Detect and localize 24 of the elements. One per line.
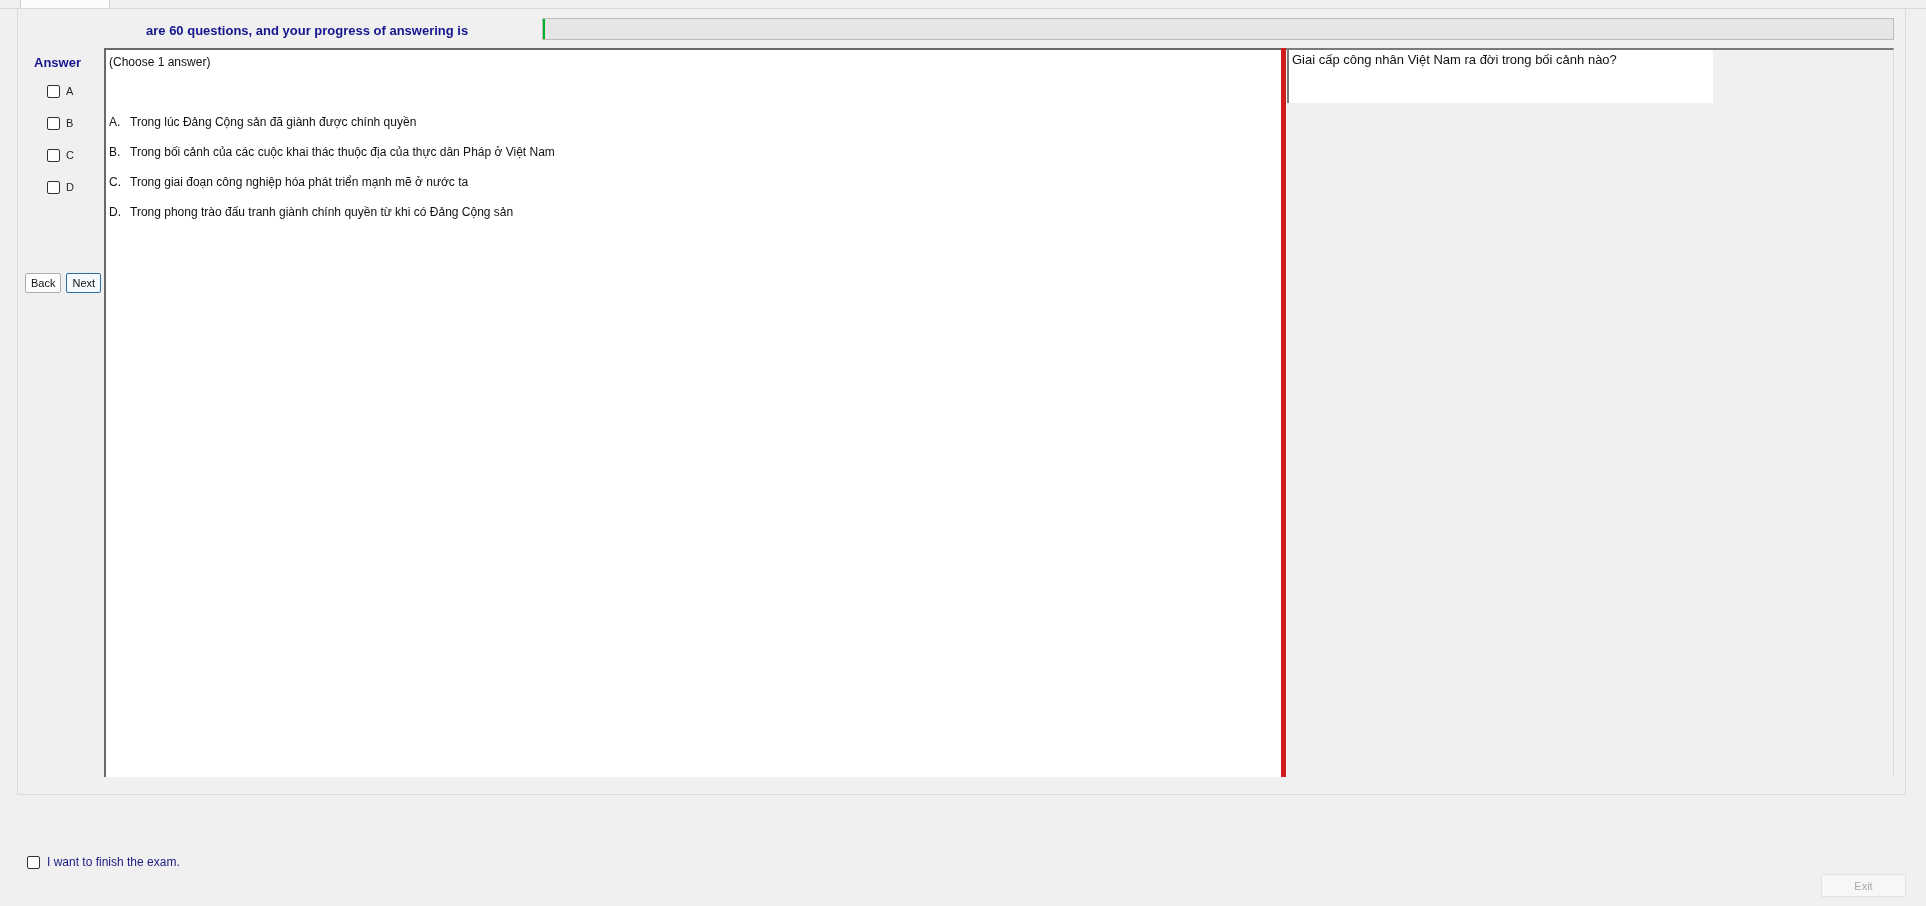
checkbox[interactable] bbox=[47, 116, 60, 130]
choice-text: Trong bối cảnh của các cuộc khai thác thuộc địa của thực dân Pháp ở Việt Nam bbox=[130, 145, 555, 159]
option-label: A bbox=[66, 85, 74, 97]
choice-letter: A. bbox=[109, 115, 122, 129]
finish-exam-label: I want to finish the exam. bbox=[47, 855, 180, 869]
choice-text: Trong lúc Đảng Cộng sản đã giành được chính quyền bbox=[130, 115, 417, 129]
question-text: Giai cấp công nhân Việt Nam ra đời trong bối cảnh nào? bbox=[1287, 50, 1713, 103]
option-label: D bbox=[66, 181, 74, 193]
option-label: C bbox=[66, 149, 74, 161]
progress-text: are 60 questions, and your progress of answering is bbox=[146, 23, 469, 38]
option-label: B bbox=[66, 117, 74, 129]
choice-text: Trong giai đoạn công nghiệp hóa phát triển mạnh mẽ ở nước ta bbox=[130, 175, 469, 189]
checkbox[interactable] bbox=[47, 180, 60, 194]
next-button[interactable]: Next bbox=[66, 273, 102, 293]
checkbox[interactable] bbox=[27, 855, 40, 869]
back-button[interactable]: Back bbox=[25, 273, 62, 293]
choice-text: Trong phong trào đấu tranh giành chính quyền từ khi có Đảng Cộng sản bbox=[130, 205, 514, 219]
choice-letter: D. bbox=[109, 205, 122, 219]
instruction-text: (Choose 1 answer) bbox=[109, 55, 212, 69]
choice-letter: B. bbox=[109, 145, 122, 159]
checkbox[interactable] bbox=[47, 148, 60, 162]
answer-heading: Answer bbox=[33, 55, 82, 71]
choice-letter: C. bbox=[109, 175, 122, 189]
checkbox[interactable] bbox=[47, 84, 60, 98]
